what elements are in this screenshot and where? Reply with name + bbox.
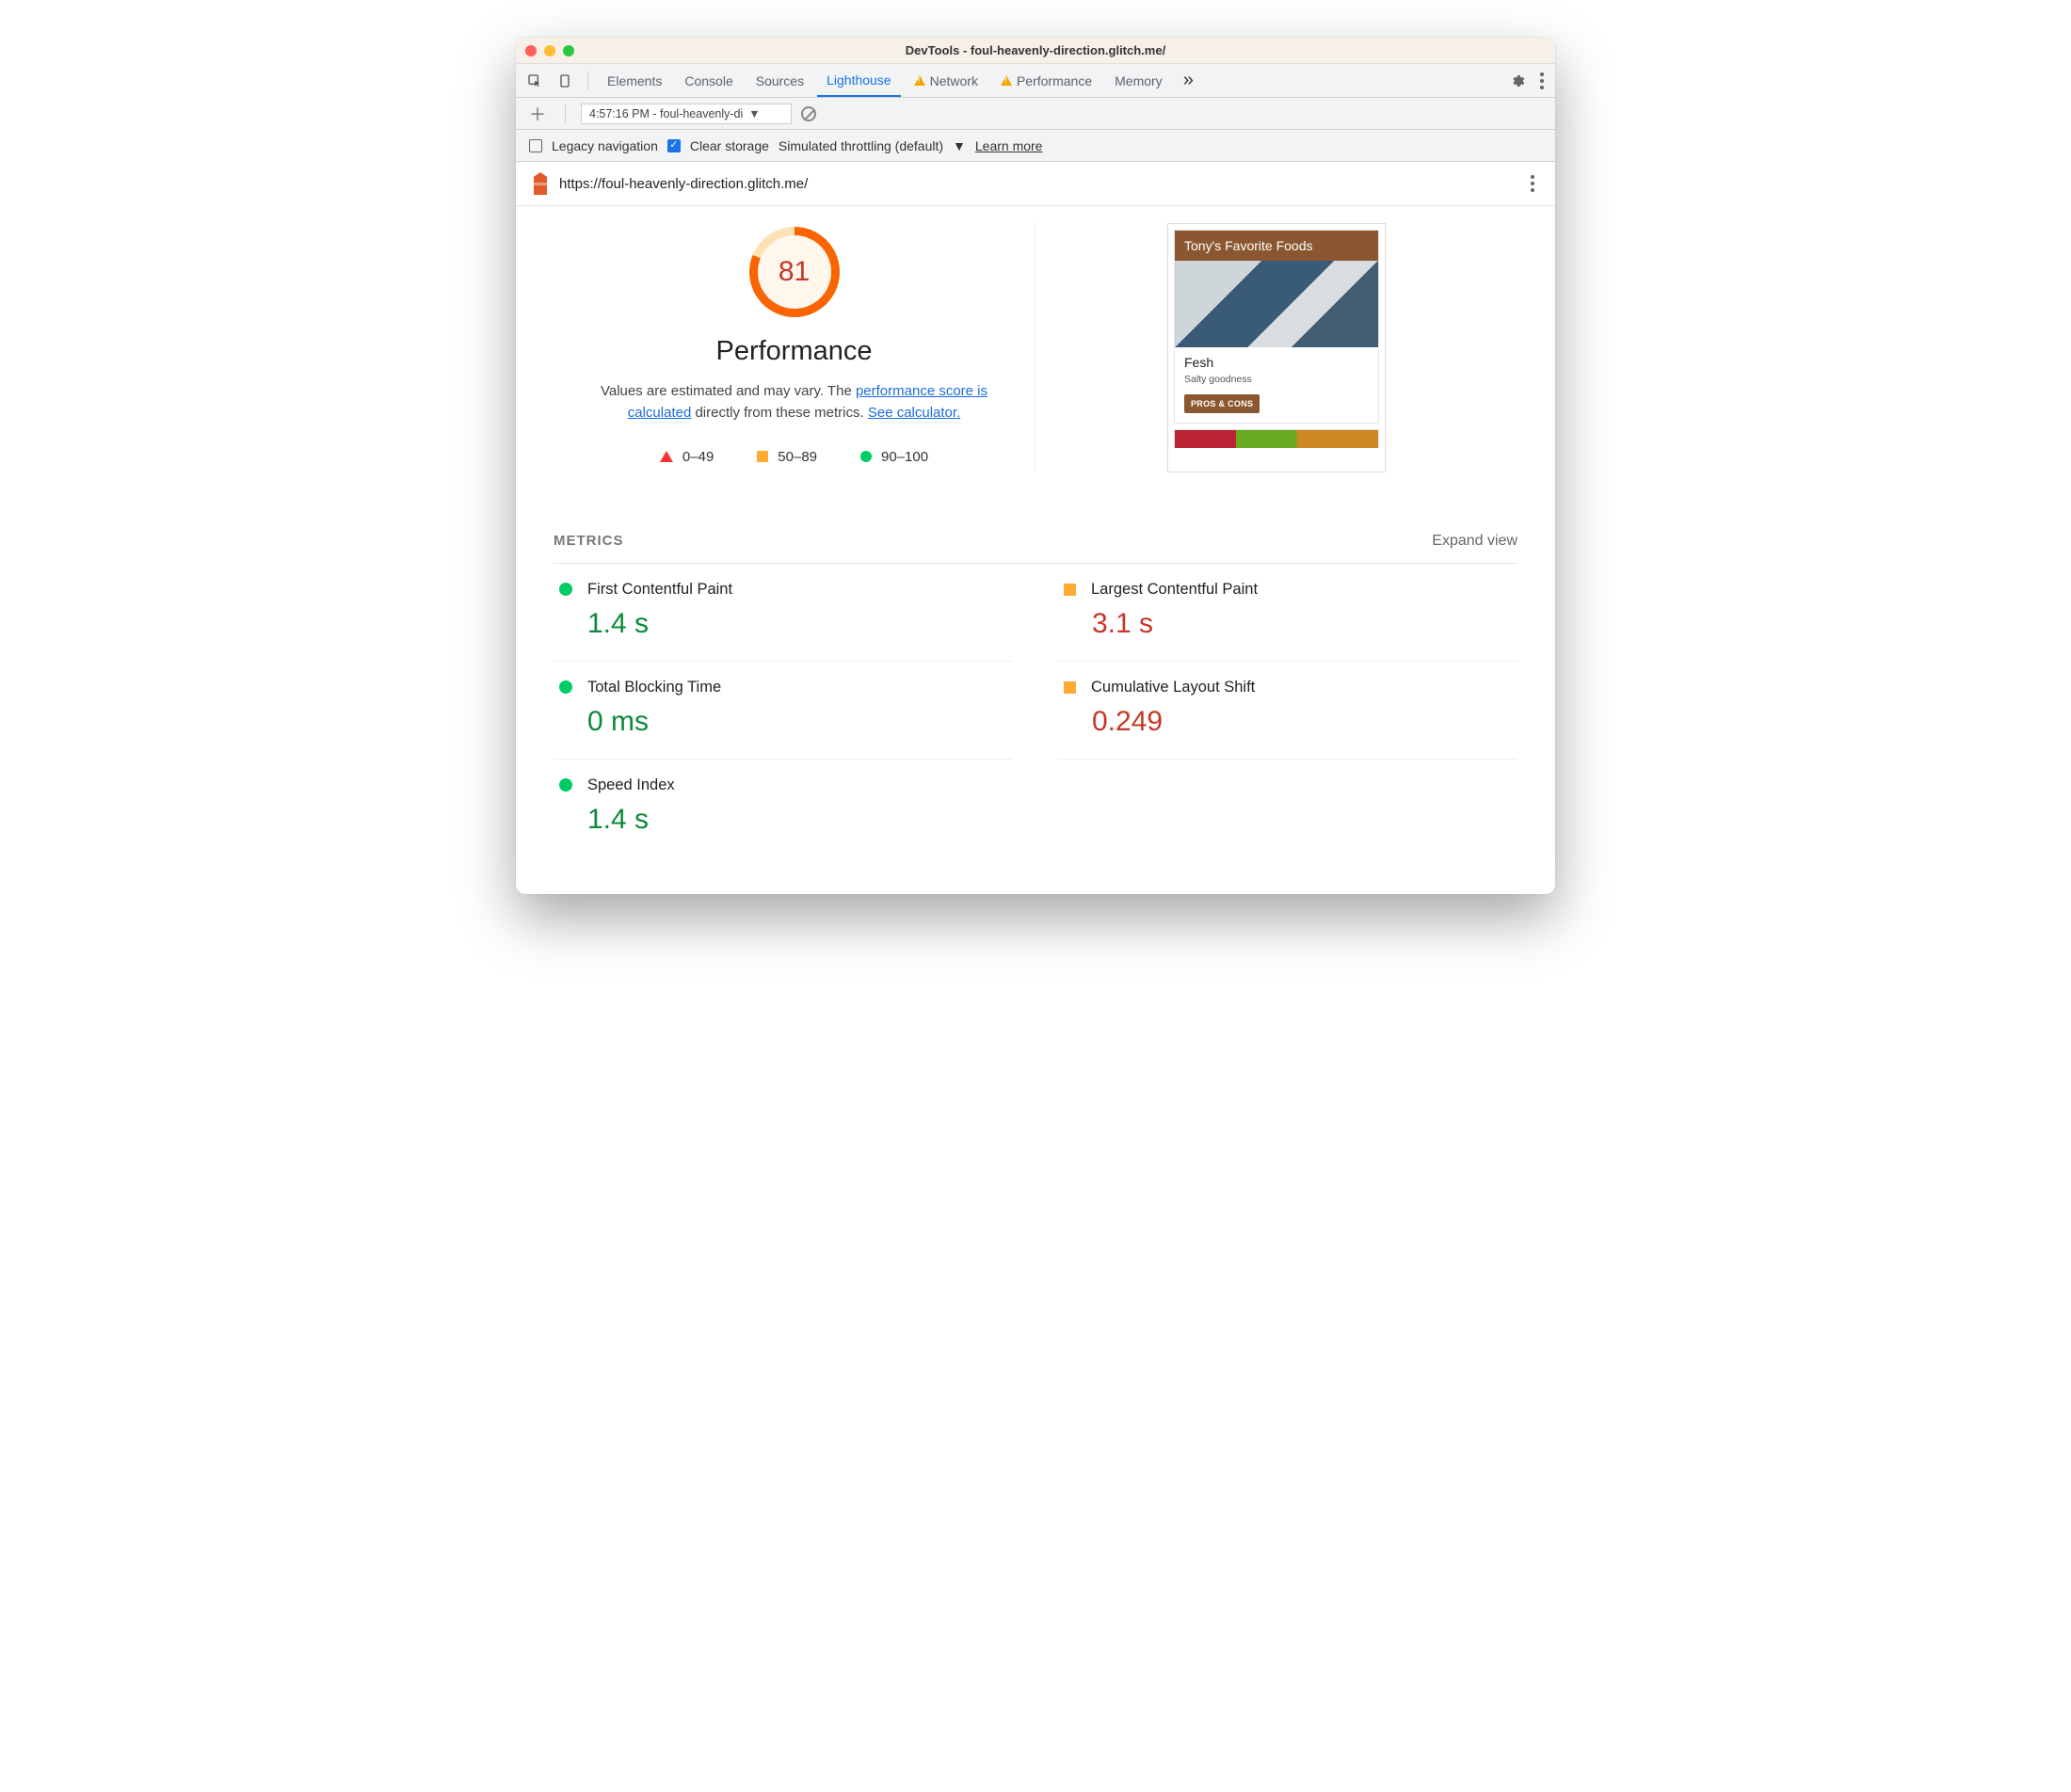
report-dropdown-label: 4:57:16 PM - foul-heavenly-di <box>589 107 743 120</box>
kebab-icon[interactable] <box>1534 67 1549 95</box>
average-icon <box>1064 584 1076 596</box>
legacy-checkbox[interactable] <box>529 139 542 152</box>
pass-icon <box>860 451 872 462</box>
tab-lighthouse[interactable]: Lighthouse <box>817 65 901 97</box>
zoom-dot[interactable] <box>563 45 574 56</box>
thumb-header: Tony's Favorite Foods <box>1175 231 1378 261</box>
legacy-label: Legacy navigation <box>552 138 658 153</box>
tab-network-label: Network <box>930 73 978 88</box>
tab-memory[interactable]: Memory <box>1105 66 1172 96</box>
metric-lcp[interactable]: Largest Contentful Paint 3.1 s <box>1058 564 1517 662</box>
legend-avg: 50–89 <box>778 449 817 465</box>
legend-fail: 0–49 <box>682 449 714 465</box>
metrics-title: METRICS <box>554 533 624 549</box>
devtools-window: DevTools - foul-heavenly-direction.glitc… <box>516 38 1555 894</box>
expand-view-toggle[interactable]: Expand view <box>1432 533 1517 550</box>
metric-label: Largest Contentful Paint <box>1091 581 1258 599</box>
window-title: DevTools - foul-heavenly-direction.glitc… <box>516 43 1555 57</box>
score-legend: 0–49 50–89 90–100 <box>660 449 928 465</box>
metric-value: 3.1 s <box>1092 608 1517 640</box>
average-icon <box>757 451 768 462</box>
score-value: 81 <box>779 256 810 288</box>
report-body: 81 Performance Values are estimated and … <box>516 206 1555 894</box>
divider <box>565 104 566 123</box>
url-row: https://foul-heavenly-direction.glitch.m… <box>516 162 1555 206</box>
metric-value: 1.4 s <box>587 804 1013 836</box>
tab-performance[interactable]: Performance <box>991 66 1101 96</box>
calculator-link[interactable]: See calculator. <box>868 405 960 421</box>
metric-label: Speed Index <box>587 776 675 794</box>
metric-fcp[interactable]: First Contentful Paint 1.4 s <box>554 564 1013 662</box>
inspect-icon[interactable] <box>522 73 548 88</box>
thumb-subtitle: Salty goodness <box>1184 374 1369 385</box>
score-gauge: 81 <box>749 227 840 317</box>
thumb-title: Fesh <box>1184 355 1369 370</box>
legend-pass: 90–100 <box>881 449 928 465</box>
average-icon <box>1064 681 1076 694</box>
metric-label: Total Blocking Time <box>587 679 721 696</box>
screenshot-column: Tony's Favorite Foods Fesh Salty goodnes… <box>1036 223 1517 472</box>
page-thumbnail: Tony's Favorite Foods Fesh Salty goodnes… <box>1167 223 1386 472</box>
chevron-down-icon[interactable]: ▼ <box>953 138 966 153</box>
device-icon[interactable] <box>552 73 578 88</box>
report-dropdown[interactable]: 4:57:16 PM - foul-heavenly-di ▼ <box>581 104 792 124</box>
metric-value: 0 ms <box>587 706 1013 738</box>
titlebar: DevTools - foul-heavenly-direction.glitc… <box>516 38 1555 64</box>
metric-label: Cumulative Layout Shift <box>1091 679 1255 696</box>
tab-performance-label: Performance <box>1017 73 1092 88</box>
audited-url: https://foul-heavenly-direction.glitch.m… <box>559 176 808 192</box>
divider <box>587 72 588 90</box>
tab-sources[interactable]: Sources <box>747 66 813 96</box>
pass-icon <box>559 583 572 596</box>
report-bar: ＋ 4:57:16 PM - foul-heavenly-di ▼ <box>516 98 1555 130</box>
desc-text-2: directly from these metrics. <box>691 405 868 421</box>
pass-icon <box>559 778 572 792</box>
report-kebab-icon[interactable] <box>1525 169 1540 198</box>
metric-label: First Contentful Paint <box>587 581 732 599</box>
chevron-down-icon: ▼ <box>748 107 760 120</box>
score-description: Values are estimated and may vary. The p… <box>587 380 1002 424</box>
metrics-header: METRICS Expand view <box>554 472 1517 564</box>
fail-icon <box>660 451 673 462</box>
pass-icon <box>559 680 572 694</box>
thumb-image <box>1175 261 1378 347</box>
tab-console[interactable]: Console <box>675 66 742 96</box>
new-report-icon[interactable]: ＋ <box>525 102 550 126</box>
panel-tabbar: Elements Console Sources Lighthouse Netw… <box>516 64 1555 98</box>
metric-tbt[interactable]: Total Blocking Time 0 ms <box>554 662 1013 760</box>
metric-cls[interactable]: Cumulative Layout Shift 0.249 <box>1058 662 1517 760</box>
throttling-label: Simulated throttling (default) <box>779 138 943 153</box>
lighthouse-icon <box>531 172 550 195</box>
warning-icon <box>1001 75 1012 86</box>
thumb-next-preview <box>1174 429 1379 448</box>
more-tabs-icon[interactable]: » <box>1176 70 1201 91</box>
category-title: Performance <box>715 336 872 367</box>
options-bar: Legacy navigation Clear storage Simulate… <box>516 130 1555 162</box>
minimize-dot[interactable] <box>544 45 555 56</box>
clear-storage-checkbox[interactable] <box>667 139 681 152</box>
metrics-grid: First Contentful Paint 1.4 s Largest Con… <box>554 564 1517 856</box>
gauge-column: 81 Performance Values are estimated and … <box>554 223 1036 472</box>
desc-text: Values are estimated and may vary. The <box>601 383 856 399</box>
clear-storage-label: Clear storage <box>690 138 769 153</box>
learn-more-link[interactable]: Learn more <box>975 138 1043 153</box>
clear-icon[interactable] <box>801 106 816 121</box>
metric-value: 0.249 <box>1092 706 1517 738</box>
thumb-button: PROS & CONS <box>1184 394 1260 413</box>
close-dot[interactable] <box>525 45 537 56</box>
warning-icon <box>914 75 925 86</box>
tab-network[interactable]: Network <box>905 66 987 96</box>
metric-si[interactable]: Speed Index 1.4 s <box>554 760 1013 856</box>
window-controls <box>525 45 574 56</box>
metric-value: 1.4 s <box>587 608 1013 640</box>
gear-icon[interactable] <box>1504 73 1531 88</box>
tab-elements[interactable]: Elements <box>598 66 671 96</box>
